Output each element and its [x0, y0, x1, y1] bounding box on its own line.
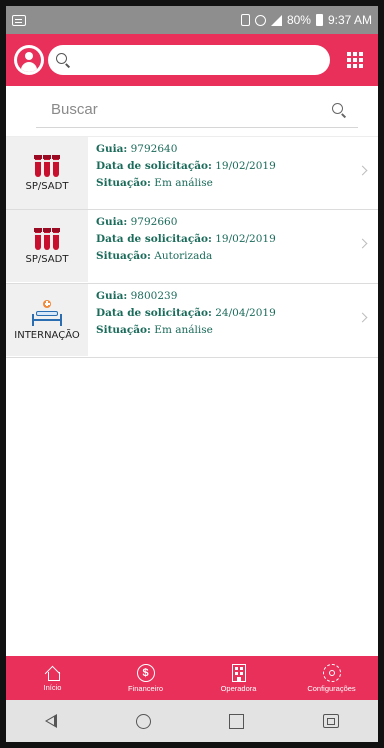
tab-inicio[interactable]: Início	[6, 656, 99, 700]
chevron-right-icon	[357, 165, 368, 176]
search-icon[interactable]	[332, 102, 346, 117]
status-bar: 80% 9:37 AM	[6, 6, 378, 34]
status-value: Autorizada	[154, 250, 213, 262]
avatar[interactable]	[14, 45, 44, 75]
status-value: Em análise	[154, 324, 213, 336]
guide-list: SP/SADT Guia: 9792640 Data de solicitaçã…	[6, 136, 378, 358]
item-thumbnail: SP/SADT	[6, 210, 88, 282]
test-tubes-icon	[34, 227, 60, 250]
guia-value: 9792640	[130, 143, 178, 155]
tab-financeiro[interactable]: $ Financeiro	[99, 656, 192, 700]
guia-value: 9792660	[130, 216, 178, 228]
tab-label: Operadora	[220, 683, 257, 693]
bottom-tab-bar: Início $ Financeiro Operadora Configuraç…	[6, 656, 378, 700]
app-header	[6, 34, 378, 86]
tab-label: Configurações	[307, 683, 356, 693]
item-thumbnail: INTERNAÇÃO	[6, 284, 88, 356]
test-tubes-icon	[34, 154, 60, 177]
guia-label: Guia:	[96, 290, 128, 302]
home-icon	[45, 665, 61, 681]
tab-label: Financeiro	[127, 683, 164, 693]
android-nav-bar	[6, 700, 378, 742]
guia-label: Guia:	[96, 143, 128, 155]
header-search-input[interactable]	[48, 45, 330, 75]
clock: 9:37 AM	[327, 13, 372, 27]
item-details: Guia: 9792640 Data de solicitação: 19/02…	[88, 137, 276, 209]
date-label: Data de solicitação:	[96, 307, 212, 319]
tab-label: Início	[43, 682, 62, 692]
item-category: INTERNAÇÃO	[14, 329, 80, 341]
list-item[interactable]: SP/SADT Guia: 9792640 Data de solicitaçã…	[6, 136, 378, 210]
item-category: SP/SADT	[25, 253, 69, 265]
search-placeholder: Buscar	[51, 101, 98, 118]
guia-label: Guia:	[96, 216, 128, 228]
switch-app-icon[interactable]	[322, 714, 339, 728]
item-category: SP/SADT	[25, 180, 69, 192]
building-icon	[231, 663, 246, 682]
money-icon: $	[136, 663, 155, 682]
search-field[interactable]: Buscar	[36, 92, 358, 128]
date-label: Data de solicitação:	[96, 233, 212, 245]
status-label: Situação:	[96, 250, 151, 262]
guia-value: 9800239	[130, 290, 178, 302]
battery-percent: 80%	[286, 13, 311, 27]
device-frame: 80% 9:37 AM Buscar SP/SADT Guia: 9792640…	[0, 0, 384, 748]
date-value: 19/02/2019	[215, 233, 276, 245]
list-item[interactable]: SP/SADT Guia: 9792660 Data de solicitaçã…	[6, 210, 378, 284]
item-details: Guia: 9800239 Data de solicitação: 24/04…	[88, 284, 276, 357]
signal-icon	[270, 14, 282, 26]
tab-configuracoes[interactable]: Configurações	[285, 656, 378, 700]
message-notification-icon	[12, 14, 26, 26]
date-label: Data de solicitação:	[96, 160, 212, 172]
chevron-right-icon	[357, 238, 368, 249]
home-circle-icon[interactable]	[135, 713, 151, 729]
status-label: Situação:	[96, 177, 151, 189]
vibrate-icon	[240, 14, 250, 26]
item-details: Guia: 9792660 Data de solicitação: 19/02…	[88, 210, 276, 283]
back-icon[interactable]	[45, 714, 58, 728]
tab-operadora[interactable]: Operadora	[192, 656, 285, 700]
status-right: 80% 9:37 AM	[240, 13, 372, 27]
date-value: 24/04/2019	[215, 307, 276, 319]
user-icon	[17, 48, 41, 72]
recent-apps-icon[interactable]	[229, 713, 245, 729]
status-label: Situação:	[96, 324, 151, 336]
screen: 80% 9:37 AM Buscar SP/SADT Guia: 9792640…	[6, 6, 378, 742]
list-item[interactable]: INTERNAÇÃO Guia: 9800239 Data de solicit…	[6, 284, 378, 358]
item-thumbnail: SP/SADT	[6, 137, 88, 209]
battery-icon	[315, 14, 323, 26]
search-icon	[56, 53, 70, 67]
hospital-bed-icon	[30, 299, 64, 326]
date-value: 19/02/2019	[215, 160, 276, 172]
chevron-right-icon	[357, 312, 368, 323]
gear-icon	[322, 663, 341, 682]
alarm-icon	[254, 14, 266, 26]
status-value: Em análise	[154, 177, 213, 189]
apps-grid-button[interactable]	[340, 45, 370, 75]
